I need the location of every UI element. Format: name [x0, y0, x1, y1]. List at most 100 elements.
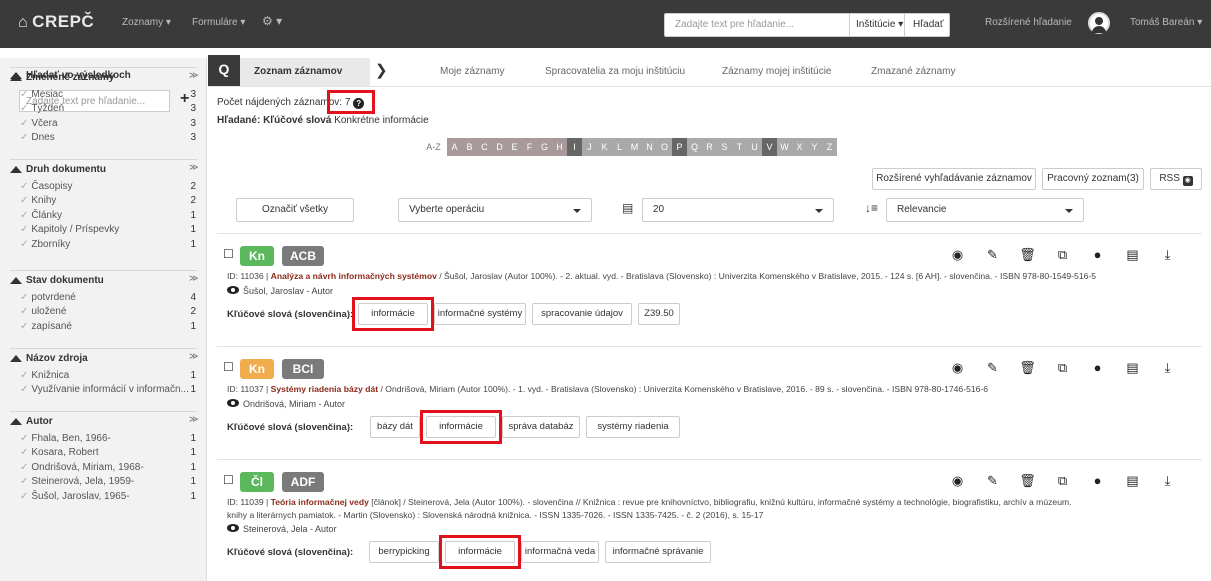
sidebar-filter-item[interactable]: ✓ Šušol, Jaroslav, 1965- 1 [20, 490, 200, 504]
sidebar-filter-item[interactable]: ✓ Časopisy 2 [20, 180, 200, 194]
chevron-double-down-icon[interactable]: ≫ [189, 70, 198, 81]
alphabet-letter[interactable]: Y [807, 138, 822, 156]
alphabet-letter[interactable]: D [492, 138, 507, 156]
detail-icon[interactable]: ▤ [1115, 247, 1150, 263]
sidebar-filter-item[interactable]: ✓ Kosara, Robert 1 [20, 446, 200, 460]
alphabet-letter[interactable]: A [447, 138, 462, 156]
advanced-search-link[interactable]: Rozšírené hľadanie [985, 17, 1072, 28]
record-checkbox[interactable]: ☐ [223, 247, 234, 261]
chevron-double-down-icon[interactable]: ≫ [189, 273, 198, 284]
view-icon[interactable]: ◉ [940, 473, 975, 489]
sidebar-filter-item[interactable]: ✓ Knihy 2 [20, 194, 200, 208]
detail-icon[interactable]: ▤ [1115, 360, 1150, 376]
sidebar-filter-item[interactable]: ✓ Dnes 3 [20, 131, 200, 145]
alphabet-letter[interactable]: S [717, 138, 732, 156]
sidebar-filter-item[interactable]: ✓ Včera 3 [20, 117, 200, 131]
institution-dropdown[interactable]: Inštitúcie ▾ [849, 13, 905, 37]
keyword-tag[interactable]: informačné správanie [605, 541, 711, 563]
mark-all-button[interactable]: Označiť všetky [236, 198, 354, 222]
alphabet-letter[interactable]: E [507, 138, 522, 156]
record-title-link[interactable]: Analýza a návrh informačných systémov [271, 271, 437, 281]
user-menu[interactable]: Tomáš Bareán ▾ [1130, 17, 1202, 28]
comment-icon[interactable]: ● [1080, 247, 1115, 263]
view-icon[interactable]: ◉ [940, 360, 975, 376]
keyword-tag[interactable]: bázy dát [370, 416, 420, 438]
advanced-records-search-button[interactable]: Rozšírené vyhľadávanie záznamov [872, 168, 1036, 190]
alphabet-letter[interactable]: B [462, 138, 477, 156]
alphabet-letter[interactable]: C [477, 138, 492, 156]
copy-icon[interactable]: ⧉ [1045, 473, 1080, 489]
comment-icon[interactable]: ● [1080, 360, 1115, 376]
alphabet-letter[interactable]: O [657, 138, 672, 156]
worklist-button[interactable]: Pracovný zoznam(3) [1042, 168, 1144, 190]
keyword-tag[interactable]: správa databáz [502, 416, 580, 438]
alphabet-letter[interactable]: Q [687, 138, 702, 156]
rss-button[interactable]: RSS ◉ [1150, 168, 1202, 190]
chevron-double-down-icon[interactable]: ≫ [189, 162, 198, 173]
chevron-double-down-icon[interactable]: ≫ [189, 351, 198, 362]
top-search-button[interactable]: Hľadať [904, 13, 950, 37]
chevron-double-down-icon[interactable]: ≫ [189, 414, 198, 425]
keyword-tag[interactable]: informácie [358, 303, 428, 325]
keyword-tag[interactable]: informácie [426, 416, 496, 438]
keyword-tag[interactable]: informačné systémy [434, 303, 526, 325]
alphabet-letter[interactable]: Z [822, 138, 837, 156]
edit-icon[interactable]: ✎ [975, 473, 1010, 489]
sidebar-section-header[interactable]: Druh dokumentu [10, 164, 106, 175]
sidebar-filter-item[interactable]: ✓ zapísané 1 [20, 320, 200, 334]
alphabet-letter[interactable]: T [732, 138, 747, 156]
sidebar-filter-item[interactable]: ✓ Týždeň 3 [20, 102, 200, 116]
user-avatar-icon[interactable] [1088, 12, 1110, 34]
download-icon[interactable]: ⤓ [1150, 247, 1185, 263]
alphabet-letter[interactable]: H [552, 138, 567, 156]
alphabet-letter[interactable]: K [597, 138, 612, 156]
alphabet-letter[interactable]: L [612, 138, 627, 156]
sort-select[interactable]: Relevancie [886, 198, 1084, 222]
nav-zoznamy[interactable]: Zoznamy ▾ [122, 17, 171, 28]
record-title-link[interactable]: Teória informačnej vedy [271, 497, 369, 507]
download-icon[interactable]: ⤓ [1150, 473, 1185, 489]
copy-icon[interactable]: ⧉ [1045, 360, 1080, 376]
page-size-select[interactable]: 20 [642, 198, 834, 222]
keyword-tag[interactable]: berrypicking [369, 541, 439, 563]
keyword-tag[interactable]: Z39.50 [638, 303, 680, 325]
alphabet-letter[interactable]: M [627, 138, 642, 156]
alphabet-letter[interactable]: F [522, 138, 537, 156]
tab-moje-zaznamy[interactable]: Moje záznamy [440, 66, 504, 77]
search-tab-icon[interactable]: Q [208, 55, 240, 87]
top-search-input[interactable]: Zadajte text pre hľadanie... [664, 13, 850, 37]
record-title-link[interactable]: Systémy riadenia bázy dát [271, 384, 378, 394]
alphabet-letter[interactable]: U [747, 138, 762, 156]
tab-zaznamy-institucie[interactable]: Záznamy mojej inštitúcie [722, 66, 831, 77]
sidebar-filter-item[interactable]: ✓ Steinerová, Jela, 1959- 1 [20, 475, 200, 489]
keyword-tag[interactable]: informácie [445, 541, 515, 563]
settings-menu[interactable]: ⚙ ▾ [262, 14, 282, 28]
sidebar-filter-item[interactable]: ✓ Kapitoly / Príspevky 1 [20, 223, 200, 237]
nav-formulare[interactable]: Formuláre ▾ [192, 17, 245, 28]
sidebar-filter-item[interactable]: ✓ Využívanie informácií v informačn... 1 [20, 383, 200, 397]
sidebar-filter-item[interactable]: ✓ Mesiac 3 [20, 88, 200, 102]
delete-icon[interactable]: 🗑 [1010, 360, 1045, 376]
edit-icon[interactable]: ✎ [975, 247, 1010, 263]
sidebar-section-header[interactable]: Zmenené záznamy [10, 72, 114, 83]
edit-icon[interactable]: ✎ [975, 360, 1010, 376]
sidebar-section-header[interactable]: Názov zdroja [10, 353, 88, 364]
comment-icon[interactable]: ● [1080, 473, 1115, 489]
sidebar-filter-item[interactable]: ✓ Fhala, Ben, 1966- 1 [20, 432, 200, 446]
alphabet-letter[interactable]: V [762, 138, 777, 156]
alphabet-letter[interactable]: A-Z [420, 138, 447, 156]
alphabet-letter[interactable]: G [537, 138, 552, 156]
sidebar-filter-item[interactable]: ✓ Knižnica 1 [20, 369, 200, 383]
record-checkbox[interactable]: ☐ [223, 360, 234, 374]
sidebar-filter-item[interactable]: ✓ Ondrišová, Miriam, 1968- 1 [20, 461, 200, 475]
tab-zoznam-zaznamov[interactable]: Zoznam záznamov [240, 58, 370, 86]
view-icon[interactable]: ◉ [940, 247, 975, 263]
delete-icon[interactable]: 🗑 [1010, 473, 1045, 489]
download-icon[interactable]: ⤓ [1150, 360, 1185, 376]
sidebar-filter-item[interactable]: ✓ potvrdené 4 [20, 291, 200, 305]
sidebar-filter-item[interactable]: ✓ Články 1 [20, 209, 200, 223]
alphabet-letter[interactable]: W [777, 138, 792, 156]
tab-zmazane-zaznamy[interactable]: Zmazané záznamy [871, 66, 955, 77]
copy-icon[interactable]: ⧉ [1045, 247, 1080, 263]
alphabet-letter[interactable]: N [642, 138, 657, 156]
